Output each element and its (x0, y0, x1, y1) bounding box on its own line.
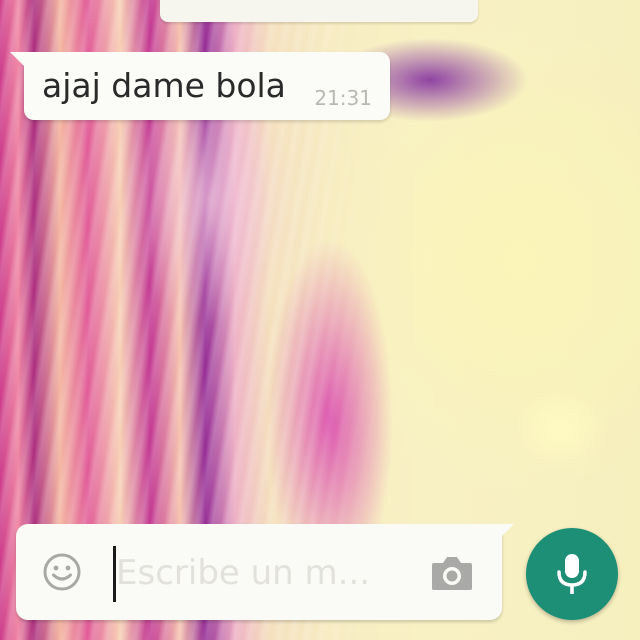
message-timestamp: 21:31 (314, 86, 372, 110)
microphone-icon (557, 554, 587, 594)
message-composer (16, 524, 514, 620)
chat-screen: ajaj dame bola 21:31 (0, 0, 640, 640)
message-input[interactable] (116, 544, 416, 602)
smiley-face-icon[interactable] (42, 552, 82, 592)
incoming-message-bubble[interactable]: ajaj dame bola 21:31 (10, 52, 390, 120)
previous-message-bubble[interactable] (160, 0, 478, 22)
camera-icon[interactable] (430, 554, 474, 592)
message-text: ajaj dame bola (42, 66, 286, 105)
voice-message-button[interactable] (526, 528, 618, 620)
